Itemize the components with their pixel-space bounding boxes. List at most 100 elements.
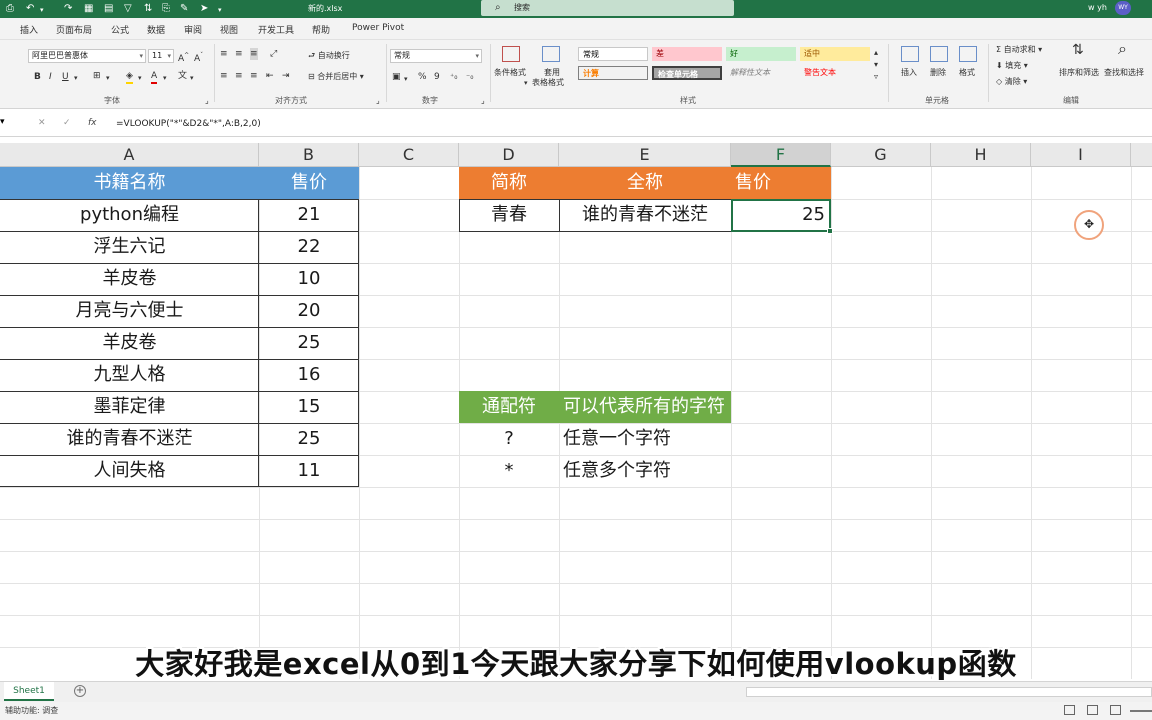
style-normal[interactable]: 常规 bbox=[578, 47, 648, 61]
book-price-cell[interactable]: 20 bbox=[259, 295, 359, 327]
style-warning[interactable]: 警告文本 bbox=[800, 66, 870, 80]
page-break-view-icon[interactable] bbox=[1110, 705, 1121, 715]
cancel-formula-icon[interactable]: ✕ bbox=[38, 118, 46, 128]
align-top-icon[interactable]: ≡ bbox=[220, 48, 228, 60]
book-name-cell[interactable]: 谁的青春不迷茫 bbox=[0, 423, 259, 455]
increase-indent-icon[interactable]: ⇥ bbox=[282, 70, 290, 82]
customize-toolbar-icon[interactable]: ▾ bbox=[218, 4, 222, 16]
column-header-g[interactable]: G bbox=[831, 143, 931, 167]
zoom-slider[interactable] bbox=[1130, 710, 1152, 712]
column-header-a[interactable]: A bbox=[0, 143, 259, 167]
insert-function-icon[interactable]: fx bbox=[88, 118, 97, 128]
name-box-dropdown-icon[interactable]: ▾ bbox=[0, 117, 10, 133]
dialog-launcher-icon[interactable]: ⌟ bbox=[376, 96, 380, 106]
insert-cells-label[interactable]: 插入 bbox=[901, 68, 917, 78]
arrow-icon[interactable]: ➤ bbox=[200, 3, 208, 15]
number-format-select[interactable]: 常规 ▾ bbox=[390, 49, 482, 63]
paste-icon[interactable]: ⎘ bbox=[162, 3, 170, 15]
lookup-header-short[interactable]: 简称 bbox=[459, 167, 559, 199]
format-cells-label[interactable]: 格式 bbox=[959, 68, 975, 78]
tab-insert[interactable]: 插入 bbox=[20, 23, 38, 36]
wildcard-header-meaning[interactable]: 可以代表所有的字符 bbox=[559, 391, 731, 423]
lookup-header-price[interactable]: 售价 bbox=[731, 167, 831, 199]
borders-icon[interactable]: ⊞ bbox=[93, 70, 101, 82]
dialog-launcher-icon[interactable]: ⌟ bbox=[481, 96, 485, 106]
format-cells-icon[interactable] bbox=[959, 46, 977, 62]
align-bottom-icon[interactable]: ≡ bbox=[250, 48, 258, 60]
book-price-cell[interactable]: 10 bbox=[259, 263, 359, 295]
align-right-icon[interactable]: ≡ bbox=[250, 70, 258, 82]
lookup-full-cell[interactable]: 谁的青春不迷茫 bbox=[559, 199, 731, 231]
merge-center-button[interactable]: ⊟ 合并后居中 ▾ bbox=[308, 72, 364, 82]
book-price-cell[interactable]: 25 bbox=[259, 423, 359, 455]
conditional-format-icon[interactable] bbox=[502, 46, 520, 62]
tab-formulas[interactable]: 公式 bbox=[111, 23, 129, 36]
delete-cells-icon[interactable] bbox=[930, 46, 948, 62]
book-price-cell[interactable]: 21 bbox=[259, 199, 359, 231]
style-check-cell[interactable]: 检查单元格 bbox=[652, 66, 722, 80]
format-as-table-icon[interactable] bbox=[542, 46, 560, 62]
tab-review[interactable]: 审阅 bbox=[184, 23, 202, 36]
clear-button[interactable]: ◇ 清除 ▾ bbox=[996, 77, 1027, 87]
wildcard-symbol-cell[interactable]: * bbox=[459, 455, 559, 487]
book-price-cell[interactable]: 15 bbox=[259, 391, 359, 423]
accessibility-status[interactable]: 辅助功能: 调查 bbox=[5, 705, 58, 716]
book-price-cell[interactable]: 11 bbox=[259, 455, 359, 487]
align-center-icon[interactable]: ≡ bbox=[235, 70, 243, 82]
format-as-table-label-1[interactable]: 套用 bbox=[544, 68, 560, 78]
styles-more-icon[interactable]: ▿ bbox=[874, 72, 878, 82]
bold-button[interactable]: B bbox=[34, 71, 41, 83]
avatar[interactable]: WY bbox=[1115, 1, 1131, 15]
italic-button[interactable]: I bbox=[49, 71, 52, 83]
insert-cells-icon[interactable] bbox=[901, 46, 919, 62]
decrease-indent-icon[interactable]: ⇤ bbox=[266, 70, 274, 82]
font-size-select[interactable]: 11 ▾ bbox=[148, 49, 174, 63]
lookup-short-cell[interactable]: 青春 bbox=[459, 199, 559, 231]
book-name-cell[interactable]: 墨菲定律 bbox=[0, 391, 259, 423]
book-name-cell[interactable]: 九型人格 bbox=[0, 359, 259, 391]
wildcard-meaning-cell[interactable]: 任意多个字符 bbox=[559, 455, 731, 487]
fill-color-icon[interactable]: ◈ bbox=[126, 70, 133, 84]
add-sheet-icon[interactable]: + bbox=[74, 685, 86, 697]
decrease-decimal-icon[interactable]: ⁻₀ bbox=[466, 71, 473, 83]
undo-icon[interactable]: ↶ bbox=[26, 3, 34, 15]
chevron-down-icon[interactable]: ▾ bbox=[190, 72, 194, 84]
wrap-text-button[interactable]: ⮐ 自动换行 bbox=[308, 51, 350, 61]
font-color-icon[interactable]: A bbox=[151, 70, 158, 84]
format-as-table-label-2[interactable]: 表格格式 bbox=[532, 78, 564, 88]
table-icon[interactable]: ▦ bbox=[84, 3, 93, 15]
chevron-down-icon[interactable]: ▾ bbox=[74, 72, 78, 84]
chevron-down-icon[interactable]: ▾ bbox=[404, 73, 408, 85]
book-name-cell[interactable]: python编程 bbox=[0, 199, 259, 231]
sheet-tab-sheet1[interactable]: Sheet1 bbox=[4, 682, 54, 701]
comma-style-button[interactable]: 9 bbox=[434, 71, 440, 83]
style-bad[interactable]: 差 bbox=[652, 47, 722, 61]
book-name-cell[interactable]: 人间失格 bbox=[0, 455, 259, 487]
books-header-price[interactable]: 售价 bbox=[259, 167, 359, 199]
normal-view-icon[interactable] bbox=[1064, 705, 1075, 715]
chevron-down-icon[interactable]: ▾ bbox=[138, 72, 142, 84]
find-select-icon[interactable]: ⌕ bbox=[1118, 41, 1127, 57]
decrease-font-icon[interactable]: Aˇ bbox=[194, 50, 203, 65]
books-header-name[interactable]: 书籍名称 bbox=[0, 167, 259, 199]
style-good[interactable]: 好 bbox=[726, 47, 796, 61]
lookup-price-cell[interactable]: 25 bbox=[731, 199, 831, 231]
styles-scroll-up-icon[interactable]: ▴ bbox=[874, 48, 878, 58]
confirm-formula-icon[interactable]: ✓ bbox=[63, 118, 71, 128]
column-header-e[interactable]: E bbox=[559, 143, 731, 167]
dialog-launcher-icon[interactable]: ⌟ bbox=[205, 96, 209, 106]
save-icon[interactable]: ⎙ bbox=[6, 3, 14, 15]
book-price-cell[interactable]: 22 bbox=[259, 231, 359, 263]
sort-icon[interactable]: ⇅ bbox=[144, 3, 152, 15]
format-painter-icon[interactable]: ✎ bbox=[180, 3, 188, 15]
tab-data[interactable]: 数据 bbox=[147, 23, 165, 36]
lookup-header-full[interactable]: 全称 bbox=[559, 167, 731, 199]
styles-scroll-down-icon[interactable]: ▾ bbox=[874, 60, 878, 70]
book-name-cell[interactable]: 羊皮卷 bbox=[0, 263, 259, 295]
spreadsheet-grid[interactable]: A B C D E F G H I 书籍名称 售价 python编程 21 浮生… bbox=[0, 143, 1152, 679]
column-header-b[interactable]: B bbox=[259, 143, 359, 167]
page-layout-view-icon[interactable] bbox=[1087, 705, 1098, 715]
orientation-icon[interactable]: ⤢ bbox=[270, 48, 277, 60]
align-left-icon[interactable]: ≡ bbox=[220, 70, 228, 82]
wildcard-symbol-cell[interactable]: ? bbox=[459, 423, 559, 455]
